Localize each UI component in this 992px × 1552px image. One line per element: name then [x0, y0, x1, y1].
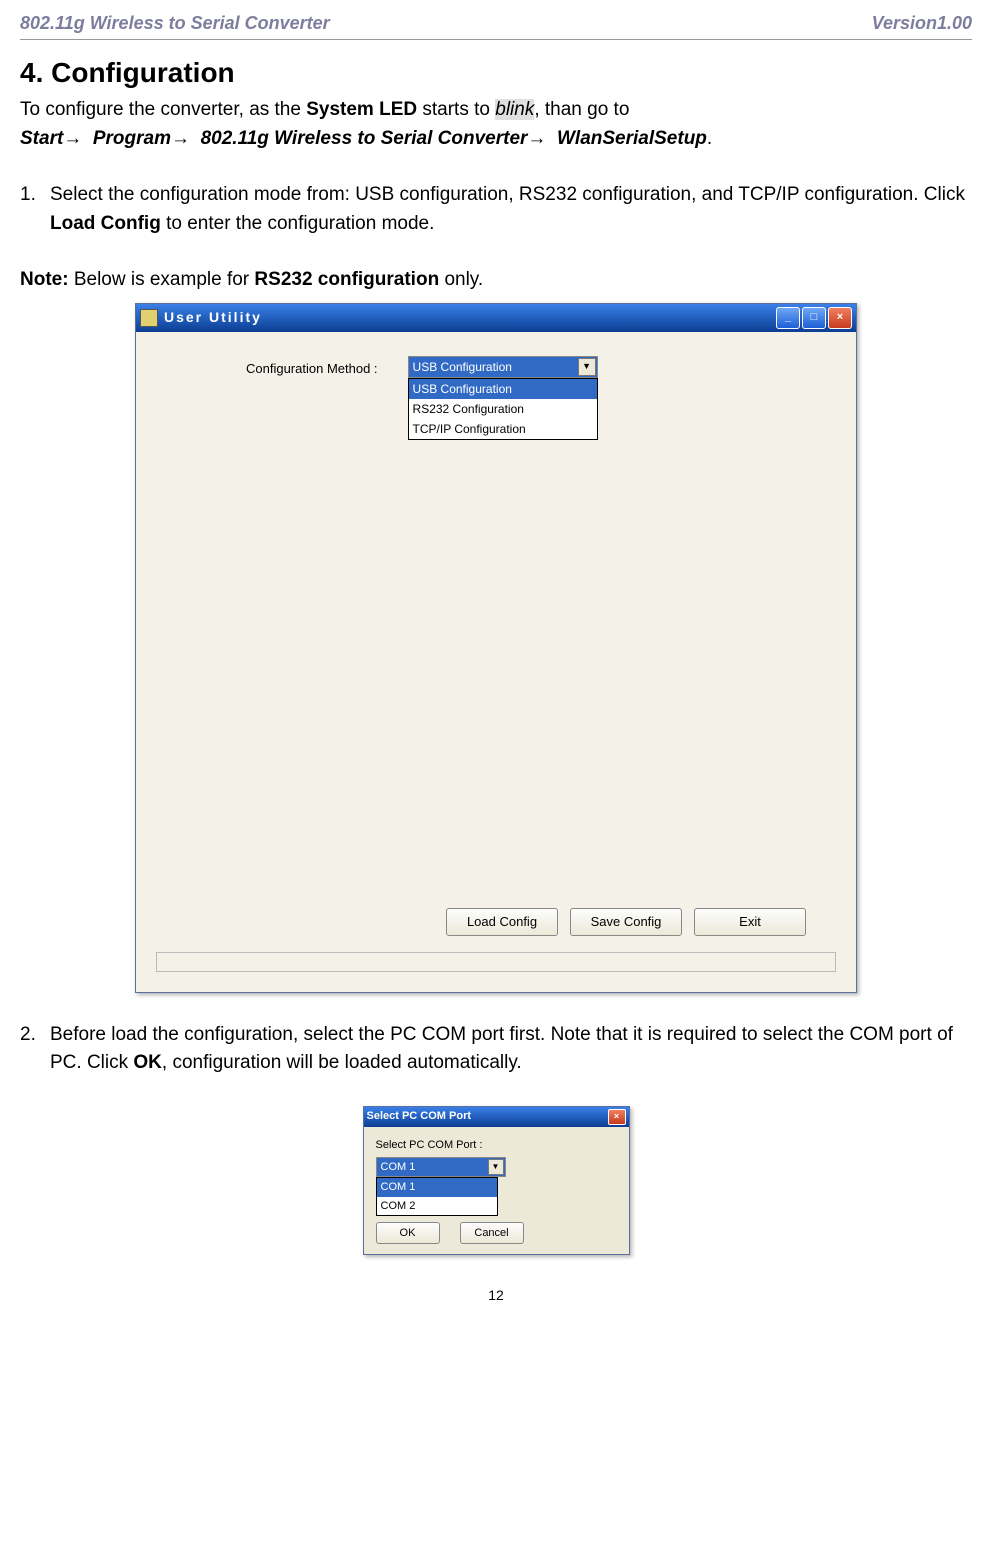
com-port-dropdown[interactable]: COM 1 ▼ [376, 1157, 506, 1177]
exit-button[interactable]: Exit [694, 908, 806, 936]
dropdown-list: COM 1 COM 2 [376, 1177, 498, 1216]
arrow-icon: → [527, 128, 546, 149]
step-1: 1. Select the configuration mode from: U… [20, 181, 972, 238]
window-title: Select PC COM Port [367, 1108, 608, 1125]
screenshot-2-container: Select PC COM Port × Select PC COM Port … [20, 1106, 972, 1256]
close-button[interactable]: × [828, 307, 852, 329]
dropdown-option-usb[interactable]: USB Configuration [409, 379, 597, 399]
chevron-down-icon[interactable]: ▼ [578, 358, 596, 376]
header-right: Version1.00 [872, 10, 972, 37]
dropdown-option-com2[interactable]: COM 2 [377, 1197, 497, 1216]
step-content: Before load the configuration, select th… [50, 1021, 972, 1078]
save-config-button[interactable]: Save Config [570, 908, 682, 936]
maximize-button[interactable]: □ [802, 307, 826, 329]
load-config-button[interactable]: Load Config [446, 908, 558, 936]
page-header: 802.11g Wireless to Serial Converter Ver… [20, 10, 972, 40]
config-method-label: Configuration Method : [246, 356, 378, 379]
header-left: 802.11g Wireless to Serial Converter [20, 10, 330, 37]
button-row: Load Config Save Config Exit [156, 908, 836, 936]
note-prefix: Note: [20, 269, 69, 290]
chevron-down-icon[interactable]: ▼ [488, 1159, 504, 1175]
window-body: Configuration Method : USB Configuration… [136, 332, 856, 992]
dropdown-option-tcpip[interactable]: TCP/IP Configuration [409, 419, 597, 439]
close-button[interactable]: × [608, 1109, 626, 1125]
dropdown-option-com1[interactable]: COM 1 [377, 1178, 497, 1197]
cancel-button[interactable]: Cancel [460, 1222, 524, 1244]
step-number: 1. [20, 181, 50, 238]
caption-buttons: _ □ × [776, 307, 852, 329]
status-bar [156, 952, 836, 972]
window-body: Select PC COM Port : COM 1 ▼ COM 1 COM 2… [364, 1127, 629, 1255]
titlebar: Select PC COM Port × [364, 1107, 629, 1127]
button-row: OK Cancel [376, 1222, 617, 1244]
note-bold: RS232 configuration [254, 269, 439, 290]
period: . [707, 128, 712, 149]
intro-paragraph: To configure the converter, as the Syste… [20, 96, 972, 153]
dropdown-list: USB Configuration RS232 Configuration TC… [408, 378, 598, 440]
spacer [156, 440, 836, 908]
step-number: 2. [20, 1021, 50, 1078]
dropdown-selected: USB Configuration [413, 358, 512, 376]
screenshot-1-container: User Utility _ □ × Configuration Method … [20, 303, 972, 993]
com-port-label: Select PC COM Port : [376, 1137, 617, 1154]
select-com-port-window: Select PC COM Port × Select PC COM Port … [363, 1106, 630, 1256]
nav-wlansetup: WlanSerialSetup [557, 128, 707, 149]
note-mid: Below is example for [69, 269, 255, 290]
arrow-icon: → [63, 128, 82, 149]
system-led-bold: System LED [306, 99, 417, 120]
ok-button[interactable]: OK [376, 1222, 440, 1244]
minimize-button[interactable]: _ [776, 307, 800, 329]
step2-text: , configuration will be loaded automatic… [162, 1052, 522, 1073]
titlebar: User Utility _ □ × [136, 304, 856, 332]
config-method-combo-wrap: USB Configuration ▼ USB Configuration RS… [408, 356, 598, 440]
intro-text: , than go to [534, 99, 629, 120]
note-line: Note: Below is example for RS232 configu… [20, 266, 972, 295]
config-method-row: Configuration Method : USB Configuration… [156, 356, 836, 440]
intro-text: starts to [417, 99, 495, 120]
step-2: 2. Before load the configuration, select… [20, 1021, 972, 1078]
step1-text: Select the configuration mode from: USB … [50, 184, 965, 205]
nav-start: Start [20, 128, 63, 149]
nav-product: 802.11g Wireless to Serial Converter [201, 128, 528, 149]
blink-word: blink [495, 99, 534, 120]
page-number: 12 [20, 1285, 972, 1306]
section-title: 4. Configuration [20, 52, 972, 94]
load-config-bold: Load Config [50, 213, 161, 234]
intro-text: To configure the converter, as the [20, 99, 306, 120]
user-utility-window: User Utility _ □ × Configuration Method … [135, 303, 857, 993]
dropdown-selected: COM 1 [381, 1159, 416, 1176]
note-suffix: only. [439, 269, 483, 290]
arrow-icon: → [171, 128, 190, 149]
config-method-dropdown[interactable]: USB Configuration ▼ [408, 356, 598, 378]
nav-program: Program [93, 128, 171, 149]
step-content: Select the configuration mode from: USB … [50, 181, 972, 238]
dropdown-option-rs232[interactable]: RS232 Configuration [409, 399, 597, 419]
step1-text: to enter the configuration mode. [161, 213, 435, 234]
app-icon [140, 309, 158, 327]
window-title: User Utility [164, 307, 776, 328]
ok-bold: OK [133, 1052, 162, 1073]
